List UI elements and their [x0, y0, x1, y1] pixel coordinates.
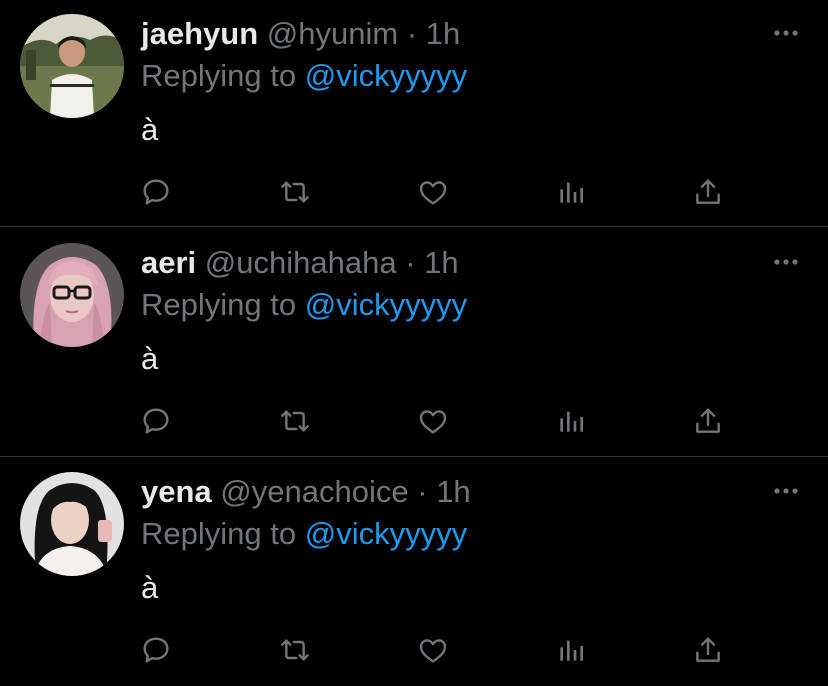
tweet-actions	[0, 630, 828, 670]
reply-icon	[143, 408, 169, 434]
like-button[interactable]	[413, 401, 453, 441]
user-handle[interactable]: @uchihahaha	[205, 245, 397, 280]
tweet-header: yena @yenachoice · 1h	[141, 472, 471, 512]
retweet-icon	[281, 410, 309, 432]
tweet-header: aeri @uchihahaha · 1h	[141, 243, 459, 283]
retweet-button[interactable]	[275, 172, 315, 212]
timestamp[interactable]: 1h	[426, 16, 460, 51]
tweet-item[interactable]: yena @yenachoice · 1h Replying to @vicky…	[0, 458, 828, 686]
replying-to-label: Replying to	[141, 287, 297, 322]
avatar[interactable]	[20, 14, 124, 118]
retweet-icon	[281, 181, 309, 203]
tweet-item[interactable]: aeri @uchihahaha · 1h Replying to @vicky…	[0, 229, 828, 458]
tweet-divider	[0, 456, 828, 457]
more-options-button[interactable]	[768, 249, 804, 275]
display-name[interactable]: jaehyun	[141, 16, 258, 51]
reply-icon	[143, 637, 169, 663]
mention-link[interactable]: @vickyyyyy	[305, 58, 467, 93]
more-horizontal-icon	[774, 30, 798, 36]
share-button[interactable]	[688, 172, 728, 212]
analytics-button[interactable]	[551, 172, 591, 212]
tweet-text: à	[141, 341, 159, 376]
replying-to-line: Replying to @vickyyyyy	[141, 514, 467, 554]
more-horizontal-icon	[774, 488, 798, 494]
retweet-icon	[281, 639, 309, 661]
tweet-item[interactable]: jaehyun @hyunim · 1h Replying to @vickyy…	[0, 0, 828, 229]
share-button[interactable]	[688, 630, 728, 670]
share-icon	[696, 637, 720, 662]
tweet-text: à	[141, 112, 159, 147]
heart-icon	[419, 181, 447, 205]
like-button[interactable]	[413, 172, 453, 212]
more-options-button[interactable]	[768, 20, 804, 46]
analytics-icon	[560, 182, 583, 203]
reply-feed: jaehyun @hyunim · 1h Replying to @vickyy…	[0, 0, 828, 686]
like-button[interactable]	[413, 630, 453, 670]
replying-to-label: Replying to	[141, 516, 297, 551]
display-name[interactable]: yena	[141, 474, 212, 509]
heart-icon	[419, 639, 447, 663]
reply-button[interactable]	[136, 172, 176, 212]
avatar[interactable]	[20, 243, 124, 347]
analytics-icon	[560, 411, 583, 432]
timestamp[interactable]: 1h	[424, 245, 458, 280]
analytics-button[interactable]	[551, 630, 591, 670]
share-icon	[696, 408, 720, 433]
tweet-text: à	[141, 570, 159, 605]
heart-icon	[419, 410, 447, 434]
retweet-button[interactable]	[275, 630, 315, 670]
display-name[interactable]: aeri	[141, 245, 196, 280]
mention-link[interactable]: @vickyyyyy	[305, 516, 467, 551]
tweet-actions	[0, 401, 828, 441]
analytics-button[interactable]	[551, 401, 591, 441]
reply-icon	[143, 179, 169, 205]
more-options-button[interactable]	[768, 478, 804, 504]
separator-dot: ·	[417, 474, 428, 509]
reply-button[interactable]	[136, 630, 176, 670]
reply-button[interactable]	[136, 401, 176, 441]
tweet-actions	[0, 172, 828, 212]
share-button[interactable]	[688, 401, 728, 441]
replying-to-line: Replying to @vickyyyyy	[141, 285, 467, 325]
tweet-divider	[0, 226, 828, 227]
share-icon	[696, 179, 720, 204]
user-handle[interactable]: @hyunim	[267, 16, 398, 51]
analytics-icon	[560, 640, 583, 661]
user-handle[interactable]: @yenachoice	[220, 474, 408, 509]
more-horizontal-icon	[774, 259, 798, 265]
mention-link[interactable]: @vickyyyyy	[305, 287, 467, 322]
replying-to-line: Replying to @vickyyyyy	[141, 56, 467, 96]
tweet-header: jaehyun @hyunim · 1h	[141, 14, 460, 54]
replying-to-label: Replying to	[141, 58, 297, 93]
separator-dot: ·	[405, 245, 416, 280]
timestamp[interactable]: 1h	[436, 474, 470, 509]
avatar[interactable]	[20, 472, 124, 576]
retweet-button[interactable]	[275, 401, 315, 441]
separator-dot: ·	[406, 16, 418, 51]
